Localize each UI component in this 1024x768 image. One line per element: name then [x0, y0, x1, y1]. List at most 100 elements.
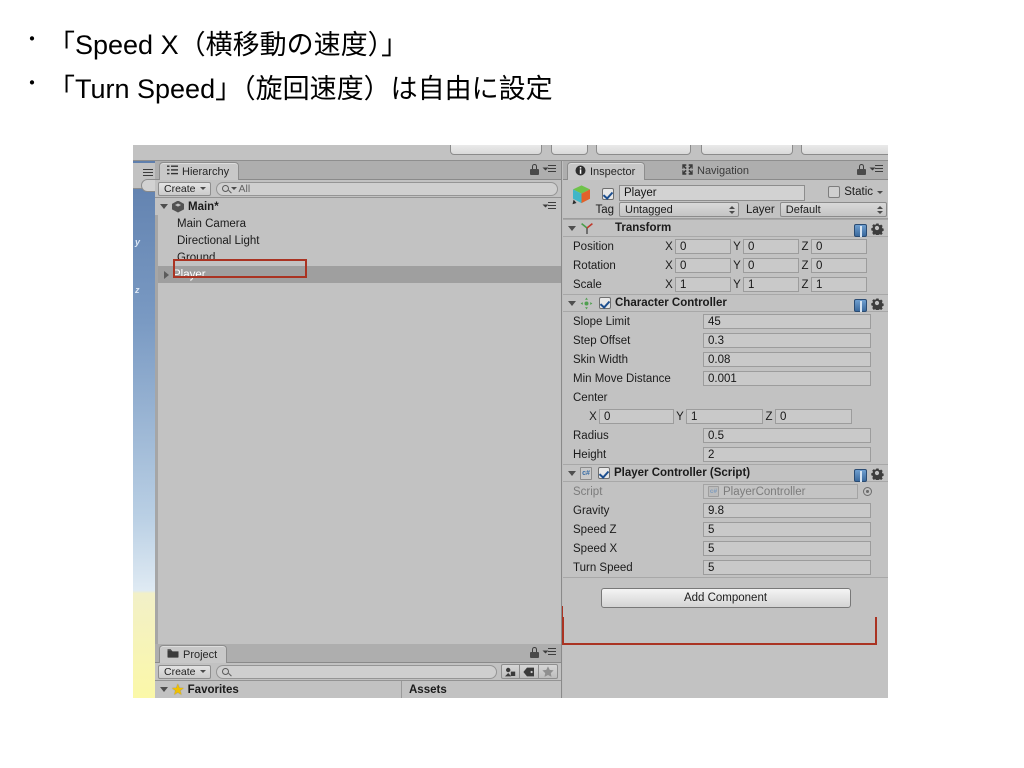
scale-y-input[interactable]: 1	[743, 277, 799, 292]
rotation-x-input[interactable]: 0	[675, 258, 731, 273]
gameobject-name-value: Player	[624, 187, 657, 199]
create-button[interactable]: Create	[158, 181, 211, 196]
static-checkbox[interactable]	[828, 186, 841, 198]
project-assets-header[interactable]: Assets	[402, 681, 561, 698]
chevron-down-icon[interactable]	[160, 687, 168, 692]
favorite-star-icon[interactable]	[539, 664, 558, 679]
toolbar-button[interactable]	[801, 145, 888, 155]
list-item: ・ 「Speed X（横移動の速度）」	[22, 24, 922, 68]
hierarchy-item-ground[interactable]: Ground	[155, 249, 561, 266]
help-book-icon[interactable]	[854, 298, 867, 312]
search-input[interactable]	[215, 664, 497, 679]
tab-navigation[interactable]: Navigation	[675, 162, 758, 180]
lock-icon[interactable]	[857, 164, 866, 175]
tab-inspector-label: Inspector	[590, 165, 636, 178]
help-book-icon[interactable]	[854, 223, 867, 237]
layer-dropdown[interactable]: Default	[779, 202, 887, 217]
chevron-down-icon[interactable]	[568, 470, 576, 476]
hierarchy-item-directional-light[interactable]: Directional Light	[155, 232, 561, 249]
chevron-down-icon[interactable]	[568, 225, 576, 231]
scene-view-sliver[interactable]: y z	[133, 161, 155, 698]
search-icon	[221, 668, 229, 675]
list-item: ・ 「Turn Speed」（旋回速度）は自由に設定	[22, 68, 922, 112]
hierarchy-scene-root[interactable]: Main*	[155, 198, 561, 215]
position-y-input[interactable]: 0	[743, 239, 799, 254]
tab-inspector[interactable]: Inspector	[567, 162, 646, 180]
chevron-down-icon[interactable]	[877, 190, 883, 194]
search-filter-caret-icon[interactable]	[230, 187, 237, 190]
step-offset-input[interactable]: 0.3	[703, 333, 871, 348]
gravity-input[interactable]: 9.8	[703, 503, 871, 518]
hierarchy-item-player[interactable]: Player	[155, 266, 561, 283]
component-header-character-controller[interactable]: Character Controller	[563, 294, 888, 312]
axis-label-x: X	[665, 259, 673, 272]
tag-dropdown[interactable]: Untagged	[619, 202, 739, 217]
script-object-field[interactable]: c# PlayerController	[703, 484, 858, 499]
panel-menu-icon[interactable]	[542, 165, 556, 174]
player-controller-enabled-checkbox[interactable]	[598, 467, 610, 479]
axis-label-x: X	[665, 278, 673, 291]
panel-menu-icon[interactable]	[143, 169, 153, 176]
scene-context-menu-icon[interactable]	[542, 202, 556, 211]
lock-icon[interactable]	[530, 164, 539, 175]
asset-label-icon[interactable]	[501, 664, 520, 679]
scale-z-input[interactable]: 1	[811, 277, 867, 292]
skin-width-input[interactable]: 0.08	[703, 352, 871, 367]
center-z-input[interactable]: 0	[775, 409, 852, 424]
hierarchy-tree[interactable]: Main* Main Camera Directional Light Grou…	[155, 198, 561, 644]
help-book-icon[interactable]	[854, 468, 867, 482]
speed-x-input[interactable]: 5	[703, 541, 871, 556]
scene-search-field[interactable]	[141, 179, 155, 192]
lock-icon[interactable]	[530, 647, 539, 658]
create-button-label: Create	[164, 182, 196, 195]
property-label-rotation: Rotation	[573, 259, 616, 272]
create-button[interactable]: Create	[158, 664, 211, 679]
panel-menu-icon[interactable]	[542, 648, 556, 657]
hierarchy-item-main-camera[interactable]: Main Camera	[155, 215, 561, 232]
static-toggle[interactable]: Static	[828, 186, 883, 198]
toolbar-button[interactable]	[596, 145, 691, 155]
project-favorites-header[interactable]: ★ Favorites	[155, 681, 402, 698]
gameobject-enabled-checkbox[interactable]	[602, 188, 614, 200]
unity-editor-screenshot: y z Hierarchy Create All Main* Main Came…	[133, 145, 888, 698]
target-selector-icon[interactable]	[863, 487, 872, 496]
tab-hierarchy[interactable]: Hierarchy	[159, 162, 240, 180]
rotation-x-value: 0	[680, 259, 687, 272]
tab-project[interactable]: Project	[159, 645, 228, 663]
hierarchy-tabbar: Hierarchy	[155, 161, 561, 180]
toolbar-button[interactable]	[551, 145, 588, 155]
gameobject-name-input[interactable]: Player	[619, 185, 805, 201]
component-header-player-controller[interactable]: c# Player Controller (Script)	[563, 464, 888, 482]
center-y-input[interactable]: 1	[686, 409, 763, 424]
chevron-right-icon[interactable]	[164, 270, 169, 279]
gear-icon[interactable]	[871, 297, 884, 313]
unity-scene-icon	[172, 200, 184, 213]
radius-input[interactable]: 0.5	[703, 428, 871, 443]
tag-icon[interactable]	[520, 664, 539, 679]
tag-value: Untagged	[625, 203, 673, 216]
position-x-input[interactable]: 0	[675, 239, 731, 254]
rotation-z-input[interactable]: 0	[811, 258, 867, 273]
component-header-transform[interactable]: Transform	[563, 219, 888, 237]
position-z-input[interactable]: 0	[811, 239, 867, 254]
speed-z-input[interactable]: 5	[703, 522, 871, 537]
toolbar-button[interactable]	[701, 145, 793, 155]
rotation-y-input[interactable]: 0	[743, 258, 799, 273]
add-component-button[interactable]: Add Component	[600, 587, 851, 608]
component-name-transform: Transform	[615, 222, 672, 234]
center-x-input[interactable]: 0	[599, 409, 674, 424]
gear-icon[interactable]	[871, 222, 884, 238]
navigation-arrows-icon	[682, 164, 693, 178]
chevron-down-icon[interactable]	[568, 300, 576, 306]
search-input[interactable]: All	[215, 181, 558, 196]
height-input[interactable]: 2	[703, 447, 871, 462]
panel-menu-icon[interactable]	[869, 165, 883, 174]
gear-icon[interactable]	[871, 467, 884, 483]
scale-x-input[interactable]: 1	[675, 277, 731, 292]
chevron-down-icon[interactable]	[160, 204, 168, 209]
character-controller-enabled-checkbox[interactable]	[599, 297, 611, 309]
slope-limit-input[interactable]: 45	[703, 314, 871, 329]
toolbar-button[interactable]	[450, 145, 542, 155]
turn-speed-input[interactable]: 5	[703, 560, 871, 575]
min-move-distance-input[interactable]: 0.001	[703, 371, 871, 386]
